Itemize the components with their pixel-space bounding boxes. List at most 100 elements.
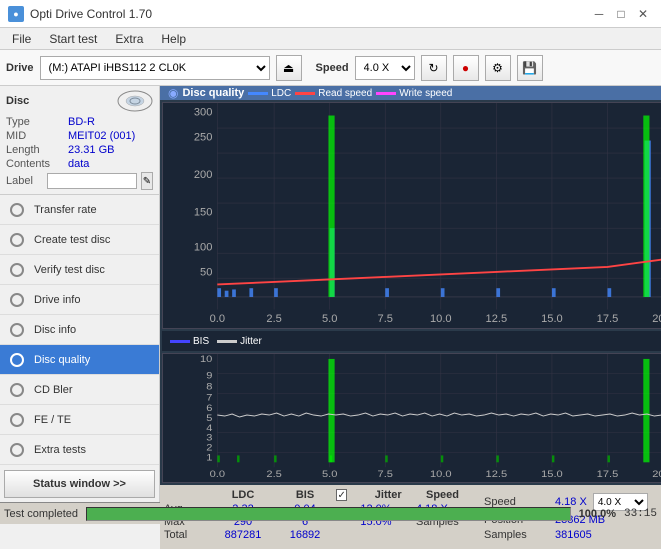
sidebar-item-cd-bler[interactable]: CD Bler [0, 375, 159, 405]
sidebar-item-transfer-rate[interactable]: Transfer rate [0, 195, 159, 225]
save-button[interactable]: 💾 [517, 55, 543, 81]
sidebar-item-fe-te[interactable]: FE / TE [0, 405, 159, 435]
progress-bar-fill [87, 508, 570, 520]
type-label: Type [6, 116, 64, 128]
sidebar-item-verify-test-disc[interactable]: Verify test disc [0, 255, 159, 285]
svg-text:150: 150 [194, 207, 213, 219]
minimize-button[interactable]: ─ [589, 5, 609, 23]
chart-header: ◉ Disc quality LDC Read speed Write spee… [160, 86, 661, 100]
svg-text:200: 200 [194, 169, 213, 181]
label-row: Label ✎ [6, 172, 153, 190]
mid-label: MID [6, 130, 64, 142]
titlebar-left: ● Opti Drive Control 1.70 [8, 6, 152, 22]
mid-value: MEIT02 (001) [68, 130, 135, 142]
ldc-label: LDC [271, 88, 291, 99]
svg-text:17.5: 17.5 [597, 470, 619, 480]
jitter-checkbox[interactable]: ✓ [336, 489, 347, 501]
verify-test-disc-icon [8, 261, 26, 279]
nav-label-create-test-disc: Create test disc [34, 234, 110, 246]
jitter-header: Jitter [350, 489, 426, 501]
label-input[interactable] [47, 173, 137, 189]
svg-text:20.0: 20.0 [652, 470, 661, 480]
menu-file[interactable]: File [4, 30, 39, 48]
svg-text:15.0: 15.0 [541, 313, 563, 325]
menu-help[interactable]: Help [153, 30, 194, 48]
progress-bar-container [86, 507, 571, 521]
charts-container: 300 250 200 150 100 50 18X 16X 14X 12X 1… [160, 100, 661, 485]
stats-headers: LDC BIS ✓ Jitter Speed [212, 489, 476, 501]
maximize-button[interactable]: □ [611, 5, 631, 23]
total-label: Total [164, 529, 212, 541]
refresh-button[interactable]: ↻ [421, 55, 447, 81]
sidebar-item-extra-tests[interactable]: Extra tests [0, 435, 159, 465]
nav-items: Transfer rate Create test disc Verify te… [0, 195, 159, 466]
bis-header: BIS [274, 489, 336, 501]
sidebar-item-disc-info[interactable]: Disc info [0, 315, 159, 345]
status-window-button[interactable]: Status window >> [4, 470, 155, 498]
nav-label-drive-info: Drive info [34, 294, 80, 306]
menubar: File Start test Extra Help [0, 28, 661, 50]
bis-label: BIS [193, 336, 209, 347]
nav-label-cd-bler: CD Bler [34, 384, 73, 396]
jitter-label: Jitter [240, 336, 262, 347]
app-icon: ● [8, 6, 24, 22]
sidebar-item-create-test-disc[interactable]: Create test disc [0, 225, 159, 255]
burn-button[interactable]: ● [453, 55, 479, 81]
main-content: Disc Type BD-R MID MEIT02 (001) Length 2… [0, 86, 661, 502]
svg-text:7.5: 7.5 [378, 470, 394, 480]
top-chart-svg: 300 250 200 150 100 50 18X 16X 14X 12X 1… [163, 103, 661, 328]
drive-select[interactable]: (M:) ATAPI iHBS112 2 CL0K [40, 56, 270, 80]
nav-label-extra-tests: Extra tests [34, 444, 86, 456]
read-speed-color [295, 92, 315, 95]
time-text: 33:15 [624, 508, 657, 520]
nav-label-verify-test-disc: Verify test disc [34, 264, 105, 276]
disc-mid-row: MID MEIT02 (001) [6, 130, 153, 142]
legend-read-speed: Read speed [295, 88, 372, 99]
nav-label-fe-te: FE / TE [34, 414, 71, 426]
bottom-chart: 10 9 8 7 6 5 4 3 2 1 20% 16% 12% 8% 4% [162, 353, 661, 483]
svg-text:7: 7 [206, 393, 213, 403]
svg-text:20.0: 20.0 [652, 313, 661, 325]
fe-te-icon [8, 411, 26, 429]
svg-text:5.0: 5.0 [322, 313, 337, 325]
samples-label-r: Samples [484, 529, 549, 541]
samples-row: Samples 381605 [484, 529, 661, 541]
settings-button[interactable]: ⚙ [485, 55, 511, 81]
jitter-check-row: ✓ Jitter [336, 489, 426, 501]
eject-button[interactable]: ⏏ [276, 55, 302, 81]
ldc-color [248, 92, 268, 95]
svg-text:250: 250 [194, 131, 213, 143]
svg-text:1: 1 [206, 454, 213, 464]
svg-text:9: 9 [206, 372, 213, 382]
svg-text:12.5: 12.5 [486, 313, 508, 325]
svg-text:8: 8 [206, 383, 213, 393]
titlebar-controls: ─ □ ✕ [589, 5, 653, 23]
top-chart: 300 250 200 150 100 50 18X 16X 14X 12X 1… [162, 102, 661, 329]
close-button[interactable]: ✕ [633, 5, 653, 23]
nav-label-disc-info: Disc info [34, 324, 76, 336]
disc-icon [117, 90, 153, 112]
disc-panel-header: Disc [6, 90, 153, 112]
svg-text:2.5: 2.5 [266, 313, 281, 325]
sidebar-item-disc-quality[interactable]: Disc quality [0, 345, 159, 375]
ldc-header: LDC [212, 489, 274, 501]
menu-extra[interactable]: Extra [107, 30, 151, 48]
svg-text:300: 300 [194, 106, 213, 118]
speed-label: Speed [316, 62, 349, 74]
disc-panel-title: Disc [6, 95, 29, 107]
svg-text:0.0: 0.0 [210, 313, 225, 325]
length-value: 23.31 GB [68, 144, 114, 156]
svg-text:100: 100 [194, 242, 213, 254]
chart-icon: ◉ [168, 86, 178, 100]
label-edit-button[interactable]: ✎ [141, 172, 153, 190]
sidebar-item-drive-info[interactable]: Drive info [0, 285, 159, 315]
svg-text:6: 6 [206, 404, 213, 414]
app-title: Opti Drive Control 1.70 [30, 7, 152, 21]
svg-text:5.0: 5.0 [322, 470, 338, 480]
svg-text:2: 2 [206, 444, 213, 454]
speed-select[interactable]: 4.0 X [355, 56, 415, 80]
menu-starttest[interactable]: Start test [41, 30, 105, 48]
drive-info-icon [8, 291, 26, 309]
total-bis: 16892 [274, 529, 336, 541]
progress-text: 100.0% [579, 508, 616, 520]
